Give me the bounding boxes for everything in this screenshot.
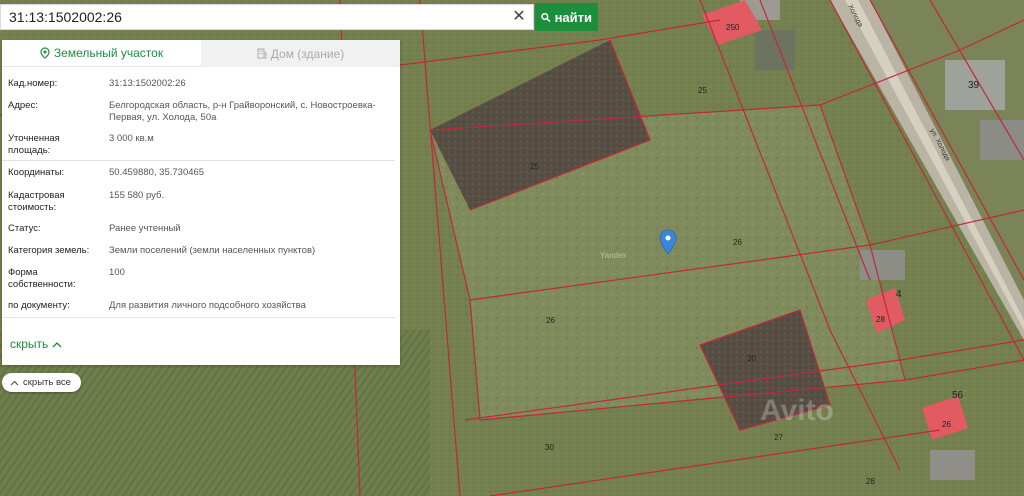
- detail-value: Земли поселений (земли населенных пункто…: [109, 245, 316, 256]
- hide-link-label: скрыть: [10, 337, 49, 351]
- detail-value: Ранее учтенный: [109, 223, 181, 234]
- plot-number: 30: [747, 354, 756, 363]
- divider: [2, 317, 395, 318]
- tab-label: Дом (здание): [270, 46, 345, 61]
- chevron-up-icon: [10, 380, 19, 385]
- hide-all-button[interactable]: скрыть все: [2, 373, 81, 392]
- detail-value: 31:13:1502002:26: [109, 78, 186, 89]
- plot-number: 25: [530, 162, 539, 171]
- detail-label: Адрес:: [8, 100, 38, 111]
- divider: [2, 160, 395, 161]
- detail-value: 50.459880, 35.730465: [109, 167, 205, 178]
- hide-all-label: скрыть все: [23, 377, 71, 388]
- info-panel: Земельный участок Дом (здание) Кад.номер…: [2, 40, 400, 365]
- search-button-label: найти: [554, 9, 592, 25]
- map-provider-label: Yandex: [600, 251, 627, 260]
- detail-label: Статус:: [8, 223, 41, 234]
- detail-label: Форма собственности:: [8, 267, 76, 290]
- tabs: Земельный участок Дом (здание): [2, 40, 400, 67]
- plot-number: 26: [733, 238, 742, 247]
- search-bar: ✕: [0, 4, 534, 30]
- search-icon: [541, 12, 551, 22]
- detail-value: 100: [109, 267, 125, 278]
- detail-value: Для развития личного подсобного хозяйств…: [109, 300, 306, 311]
- plot-number: 28: [876, 315, 885, 324]
- tab-building[interactable]: Дом (здание): [201, 40, 400, 67]
- watermark: Avito: [760, 394, 834, 427]
- chevron-up-icon: [52, 341, 62, 347]
- plot-number: 30: [545, 443, 554, 452]
- plot-number: 25: [698, 86, 707, 95]
- detail-label: Категория земель:: [8, 245, 90, 256]
- tab-land-plot[interactable]: Земельный участок: [2, 40, 201, 67]
- clear-icon[interactable]: ✕: [511, 8, 527, 26]
- plot-number: 26: [942, 420, 951, 429]
- detail-label: Кадастровая стоимость:: [8, 190, 65, 213]
- map-pin-icon: [40, 47, 50, 59]
- plot-number: 27: [774, 433, 783, 442]
- plot-number: 56: [952, 390, 964, 401]
- tab-label: Земельный участок: [53, 46, 164, 60]
- plot-number: 39: [968, 80, 980, 91]
- detail-value: Белгородская область, р-н Грайворонский,…: [109, 100, 376, 123]
- plot-number: 28: [866, 477, 875, 486]
- detail-value: 3 000 кв.м: [109, 133, 154, 144]
- detail-label: Координаты:: [8, 167, 65, 178]
- detail-label: Кад.номер:: [8, 78, 58, 89]
- hide-link[interactable]: скрыть: [10, 337, 62, 351]
- plot-number: 250: [726, 23, 740, 32]
- detail-label: Уточненная площадь:: [8, 133, 60, 156]
- detail-label: по документу:: [8, 300, 70, 311]
- building-icon: [257, 48, 267, 59]
- plot-number: 4: [896, 289, 902, 300]
- plot-number: 26: [546, 316, 555, 325]
- search-button[interactable]: найти: [535, 3, 598, 31]
- detail-value: 155 580 руб.: [109, 190, 165, 201]
- search-input[interactable]: [1, 5, 506, 29]
